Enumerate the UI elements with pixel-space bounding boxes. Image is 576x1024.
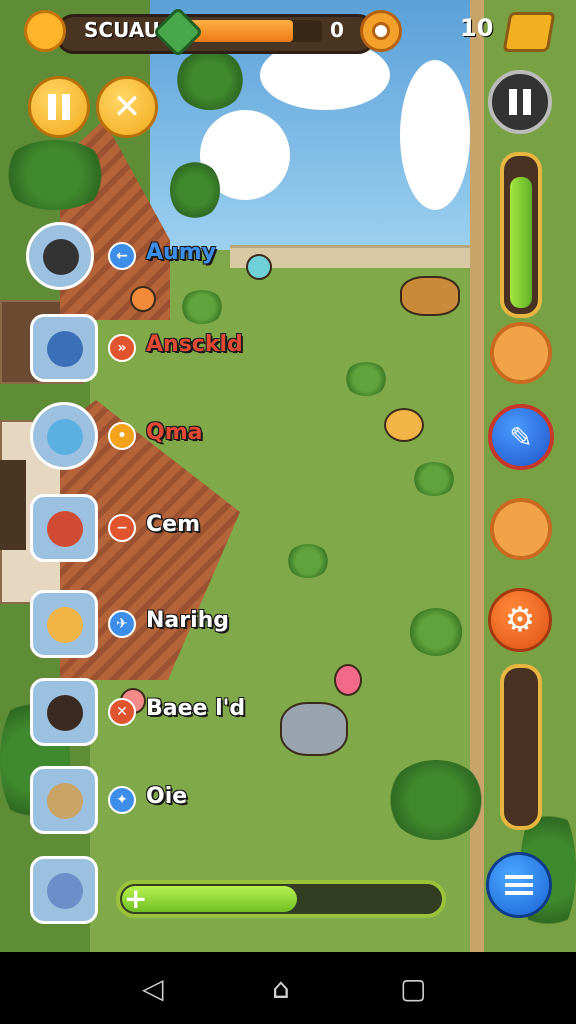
hud-score: 0	[330, 18, 344, 42]
character-name: Oie	[146, 784, 188, 809]
sun-icon	[24, 10, 66, 52]
bush	[412, 462, 456, 496]
menu-icon	[505, 875, 533, 895]
palm-tree	[386, 760, 486, 840]
character-name: Ansckld	[146, 332, 243, 357]
house-door	[0, 460, 26, 550]
character-face	[47, 873, 83, 909]
recents-icon[interactable]: ▢	[400, 972, 426, 1005]
palm-tree	[170, 160, 220, 220]
character-name: Qma	[146, 420, 203, 445]
gear-icon: ⚙	[504, 600, 536, 640]
character-face	[47, 331, 83, 367]
character-status-icon: ←	[108, 242, 136, 270]
coin-icon[interactable]	[360, 10, 402, 52]
hud-progress-fill	[188, 20, 293, 42]
close-button[interactable]: ✕	[96, 76, 158, 138]
bush	[408, 608, 464, 656]
pause-icon	[509, 89, 531, 115]
character-face	[47, 695, 83, 731]
bottom-progress-fill	[122, 886, 297, 912]
palm-tree	[175, 50, 245, 110]
character-status-icon: »	[108, 334, 136, 362]
character-status-icon: ✕	[108, 698, 136, 726]
cat-animal[interactable]	[384, 408, 424, 442]
bush	[286, 544, 330, 578]
boar-animal[interactable]	[400, 276, 460, 316]
character-face	[47, 783, 83, 819]
level-number: 10	[460, 14, 494, 42]
hud-title: SCUAU	[84, 18, 160, 42]
character-avatar[interactable]	[30, 590, 98, 658]
level-hat-icon[interactable]	[502, 12, 556, 52]
character-face	[43, 239, 79, 275]
character-status-icon: −	[108, 514, 136, 542]
bush	[180, 290, 224, 324]
palm-tree	[0, 140, 110, 210]
hippo-animal[interactable]	[280, 702, 348, 756]
home-icon[interactable]: ⌂	[272, 972, 290, 1005]
character-face	[47, 511, 83, 547]
character-name: Baee l'd	[146, 696, 246, 721]
character-avatar[interactable]	[30, 766, 98, 834]
character-avatar[interactable]	[30, 494, 98, 562]
character-name: Aumy	[146, 240, 216, 265]
character-avatar[interactable]	[30, 314, 98, 382]
character-status-icon: •	[108, 422, 136, 450]
character-avatar[interactable]	[26, 222, 94, 290]
menu-button[interactable]	[486, 852, 552, 918]
character-status-icon: ✦	[108, 786, 136, 814]
kid-character[interactable]	[130, 286, 156, 312]
cloud	[400, 60, 470, 210]
character-face	[47, 607, 83, 643]
character-avatar[interactable]	[30, 856, 98, 924]
energy-meter-fill	[510, 177, 532, 308]
bush	[344, 362, 388, 396]
kid-on-bike[interactable]	[334, 664, 362, 696]
pause-icon	[48, 94, 70, 120]
dog-badge-icon[interactable]	[490, 498, 552, 560]
energy-meter	[500, 152, 542, 318]
close-icon: ✕	[112, 87, 142, 127]
character-avatar[interactable]	[30, 678, 98, 746]
back-icon[interactable]: ◁	[142, 972, 164, 1005]
secondary-meter	[500, 664, 542, 830]
plus-icon[interactable]: +	[124, 884, 147, 914]
character-face	[47, 419, 83, 455]
kid-on-bike[interactable]	[246, 254, 272, 280]
character-name: Cem	[146, 512, 200, 537]
settings-button[interactable]: ⚙	[488, 588, 552, 652]
pause-button-right[interactable]	[488, 70, 552, 134]
character-status-icon: ✈	[108, 610, 136, 638]
fox-badge-icon[interactable]	[490, 322, 552, 384]
character-avatar[interactable]	[30, 402, 98, 470]
pencil-icon: ✎	[509, 420, 533, 454]
character-name: Narihg	[146, 608, 230, 633]
pencil-button[interactable]: ✎	[488, 404, 554, 470]
pause-button[interactable]	[28, 76, 90, 138]
